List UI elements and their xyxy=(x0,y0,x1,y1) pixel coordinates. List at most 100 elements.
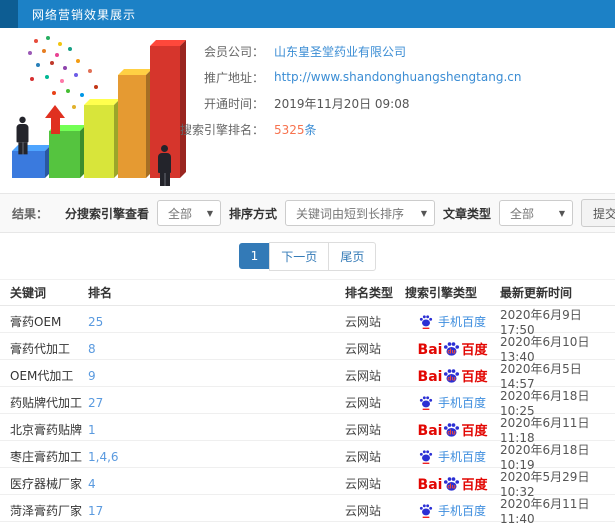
rank-link[interactable]: 17 xyxy=(88,504,103,518)
chevron-down-icon: ▼ xyxy=(558,208,565,218)
baidu-paw-icon: du xyxy=(444,422,460,437)
info-row: 会员公司： 山东皇圣堂药业有限公司 xyxy=(168,42,521,60)
baidu-logo-cn: 百度 xyxy=(461,477,488,493)
rank-link[interactable]: 4 xyxy=(88,477,96,491)
chevron-down-icon: ▼ xyxy=(206,208,213,218)
table-row: OEM代加工 9 云网站 手机百度 Bai xyxy=(0,360,615,391)
engine-cell: 手机百度 Bai du 百度 xyxy=(405,341,500,357)
filter-bar: 结果： 分搜索引擎查看 全部 ▼ 排序方式 关键词由短到长排序 ▼ 文章类型 全… xyxy=(0,193,615,233)
mobile-baidu-logo: 手机百度 xyxy=(419,448,486,465)
mobile-baidu-logo: 手机百度 xyxy=(419,313,486,330)
keyword-cell: 医疗器械厂家 xyxy=(10,477,83,491)
header-update-time: 最新更新时间 xyxy=(500,286,573,300)
figure-head xyxy=(161,145,168,152)
rank-type-cell: 云网站 xyxy=(345,315,382,329)
svg-text:du: du xyxy=(448,375,457,382)
keyword-cell: 膏药OEM xyxy=(10,315,62,329)
rank-link[interactable]: 1 xyxy=(88,423,96,437)
info-value[interactable]: http://www.shandonghuangshengtang.cn xyxy=(274,70,521,84)
mobile-baidu-label: 手机百度 xyxy=(437,396,486,410)
baidu-logo: Bai du 百度 xyxy=(418,368,487,384)
rank-cell: 25 xyxy=(88,315,345,329)
table-body: 膏药OEM 25 云网站 手机百度 Bai xyxy=(0,306,615,526)
table-header-row: 关键词 排名 排名类型 搜索引擎类型 最新更新时间 xyxy=(0,279,615,306)
info-value[interactable]: 山东皇圣堂药业有限公司 xyxy=(274,43,406,60)
pagination: 1 下一页 尾页 xyxy=(0,233,615,279)
baidu-paw-icon xyxy=(419,450,433,464)
mobile-baidu-logo: 手机百度 xyxy=(419,502,486,519)
sort-filter-value: 关键词由短到长排序 xyxy=(295,206,404,221)
baidu-paw-icon: du xyxy=(444,368,460,383)
engine-cell: 手机百度 Bai du 百度 xyxy=(405,368,500,384)
keyword-cell: 北京膏药贴牌 xyxy=(10,423,83,437)
rank-link[interactable]: 25 xyxy=(88,315,103,329)
rank-link[interactable]: 9 xyxy=(88,369,96,383)
sort-filter-select[interactable]: 关键词由短到长排序 ▼ xyxy=(284,200,435,226)
header-keyword: 关键词 xyxy=(10,286,47,300)
bar-chart-illustration xyxy=(0,33,185,188)
info-label: 会员公司： xyxy=(203,44,264,59)
keyword-cell: 膏药代加工 xyxy=(10,342,71,356)
table-row: 北京膏药贴牌 1 云网站 手机百度 Bai xyxy=(0,414,615,445)
businessman-left-figure xyxy=(16,116,29,155)
page-1-button[interactable]: 1 xyxy=(238,243,271,269)
header-rank: 排名 xyxy=(88,286,113,300)
rank-link[interactable]: 27 xyxy=(88,396,103,410)
baidu-paw-icon xyxy=(419,315,433,329)
engine-cell: 手机百度 Bai du 百度 xyxy=(405,448,500,465)
baidu-logo-bai: Bai xyxy=(417,476,443,493)
info-label: 推广地址： xyxy=(203,70,264,85)
rank-cell: 4 xyxy=(88,477,345,491)
chart-bar xyxy=(118,75,146,178)
next-page-button[interactable]: 下一页 xyxy=(269,241,330,271)
titlebar: 网络营销效果展示 xyxy=(0,0,615,28)
table-row: 膏药代加工 8 云网站 手机百度 Bai xyxy=(0,333,615,364)
rank-cell: 27 xyxy=(88,396,345,410)
info-row: 推广地址： http://www.shandonghuangshengtang.… xyxy=(168,68,521,86)
rank-type-cell: 云网站 xyxy=(345,342,382,356)
filter-group: 分搜索引擎查看 全部 ▼ 排序方式 关键词由短到长排序 ▼ 文章类型 全部 ▼ … xyxy=(65,199,615,227)
baidu-logo: Bai du 百度 xyxy=(417,476,488,493)
baidu-logo: Bai du 百度 xyxy=(418,422,488,439)
rank-cell: 17 xyxy=(88,504,345,518)
engine-cell: 手机百度 Bai du 百度 xyxy=(405,502,500,519)
article-type-select[interactable]: 全部 ▼ xyxy=(499,200,573,226)
svg-text:du: du xyxy=(448,429,457,436)
baidu-paw-icon: du xyxy=(444,476,460,491)
rank-link[interactable]: 8 xyxy=(88,342,96,356)
baidu-logo-cn: 百度 xyxy=(461,423,488,439)
table-row: 菏泽膏药厂家 17 云网站 手机百度 Bai xyxy=(0,495,615,526)
summary-section: 会员公司： 山东皇圣堂药业有限公司 推广地址： http://www.shand… xyxy=(0,28,615,193)
engine-cell: 手机百度 Bai du 百度 xyxy=(405,394,500,411)
sort-filter-label: 排序方式 xyxy=(228,206,277,221)
rank-link[interactable]: 1,4,6 xyxy=(88,450,119,464)
figure-legs xyxy=(17,142,28,155)
rank-cell: 1,4,6 xyxy=(88,450,345,464)
baidu-logo-bai: Bai xyxy=(417,341,443,358)
last-page-button[interactable]: 尾页 xyxy=(328,241,377,271)
app-window: 网络营销效果展示 会员公司： 山东皇圣堂药业有限公司 推广地址： http://… xyxy=(0,0,615,526)
mobile-baidu-label: 手机百度 xyxy=(437,315,486,329)
figure-body xyxy=(158,153,171,173)
info-value: 2019年11月20日 09:08 xyxy=(274,96,410,111)
figure-body xyxy=(16,124,29,143)
table-row: 膏药OEM 25 云网站 手机百度 Bai xyxy=(0,306,615,337)
engine-filter-select[interactable]: 全部 ▼ xyxy=(156,200,221,226)
svg-text:du: du xyxy=(448,348,457,355)
rank-type-cell: 云网站 xyxy=(345,369,382,383)
header-rank-type: 排名类型 xyxy=(345,286,394,300)
info-row: 搜索引擎排名： 5325条 xyxy=(168,120,521,138)
submit-button[interactable]: 提交 xyxy=(581,199,615,227)
rank-cell: 9 xyxy=(88,369,345,383)
figure-head xyxy=(19,116,26,124)
mobile-baidu-label: 手机百度 xyxy=(437,504,486,518)
info-label: 搜索引擎排名： xyxy=(179,122,264,137)
rank-type-cell: 云网站 xyxy=(345,423,382,437)
svg-text:du: du xyxy=(448,483,457,490)
header-engine-type: 搜索引擎类型 xyxy=(405,286,478,300)
engine-cell: 手机百度 Bai du 百度 xyxy=(405,476,500,492)
info-value[interactable]: 5325条 xyxy=(274,121,317,138)
baidu-paw-icon xyxy=(419,504,433,518)
baidu-paw-icon: du xyxy=(444,341,460,356)
figure-legs xyxy=(159,173,170,186)
